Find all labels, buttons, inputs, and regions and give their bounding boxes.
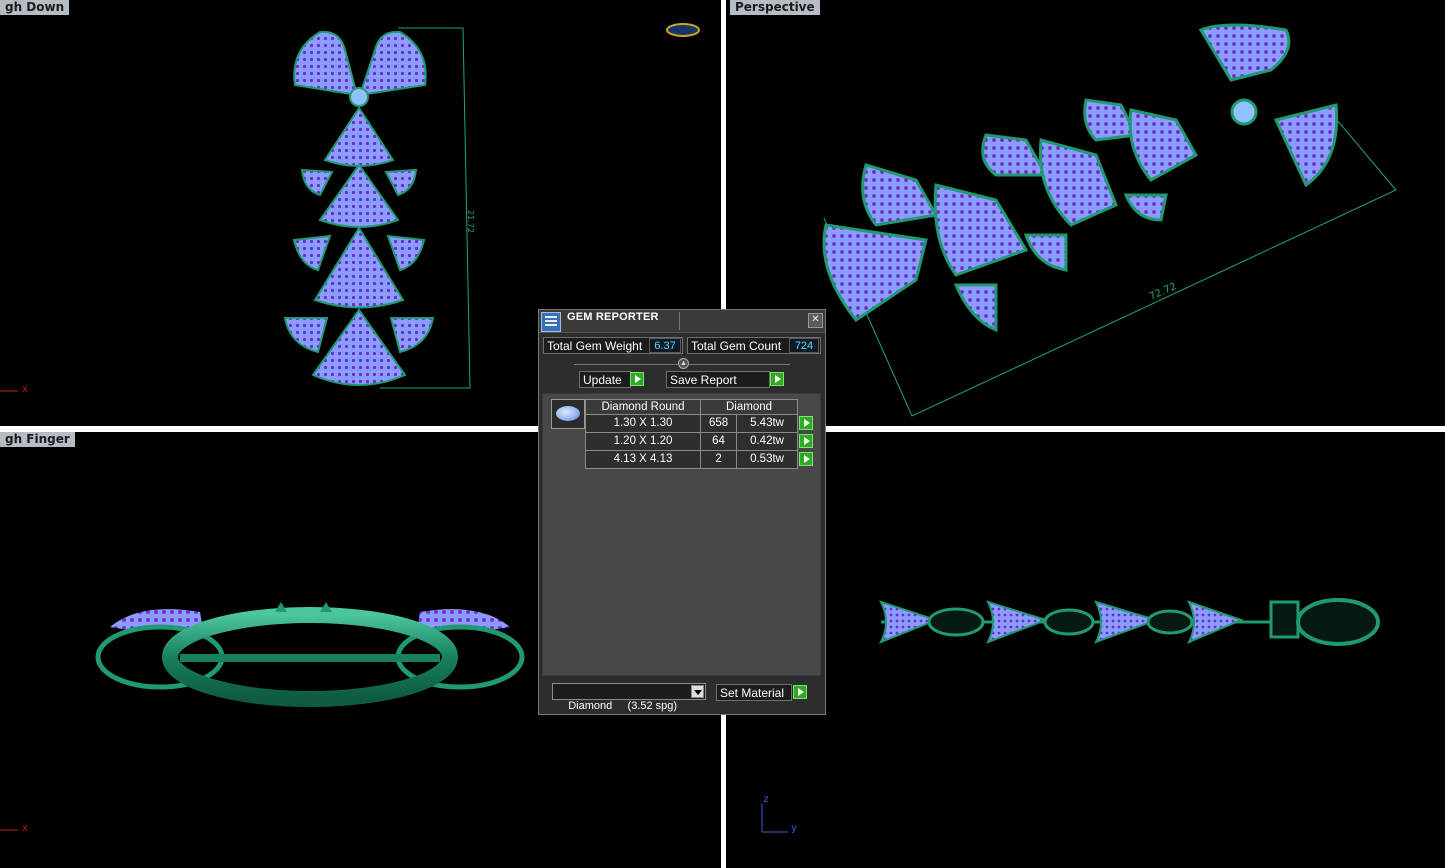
row-go-arrow-icon[interactable] <box>798 451 813 466</box>
gem-weight-cell: 0.53tw <box>736 450 798 469</box>
title-separator <box>679 312 680 330</box>
perspective-view-model: 72.72 <box>822 23 1397 417</box>
gem-count-cell: 64 <box>699 432 738 451</box>
table-row[interactable]: 1.30 X 1.30 658 5.43tw <box>585 414 814 433</box>
gem-weight-cell: 0.42tw <box>736 432 798 451</box>
column-header-material: Diamond <box>700 399 798 415</box>
gem-size-cell: 4.13 X 4.13 <box>585 450 701 469</box>
update-button[interactable]: Update <box>579 371 631 388</box>
material-select-value: Diamond (3.52 spg) <box>568 700 678 712</box>
save-report-button[interactable]: Save Report <box>666 371 770 388</box>
gem-weight-cell: 5.43tw <box>736 414 798 433</box>
svg-text:21.72: 21.72 <box>466 210 475 233</box>
table-row[interactable]: 1.20 X 1.20 64 0.42tw <box>585 432 814 451</box>
gem-reporter-icon <box>541 312 561 332</box>
axis-z-label: z <box>763 794 770 805</box>
gem-count-cell: 658 <box>699 414 738 433</box>
gem-size-cell: 1.20 X 1.20 <box>585 432 701 451</box>
svg-text:72.72: 72.72 <box>1148 281 1179 303</box>
set-material-go-arrow-icon[interactable] <box>793 685 807 699</box>
chevron-down-icon[interactable] <box>691 685 704 698</box>
gem-reporter-dialog[interactable]: GEM REPORTER ✕ Total Gem Weight 6.37 Tot… <box>538 309 826 715</box>
gem-count-cell: 2 <box>699 450 738 469</box>
gem-list-panel: Diamond Round Diamond 1.30 X 1.30 658 5.… <box>542 393 821 676</box>
ring-icon <box>666 23 700 37</box>
set-material-button[interactable]: Set Material <box>716 684 792 701</box>
row-go-arrow-icon[interactable] <box>798 433 813 448</box>
gem-table: Diamond Round Diamond 1.30 X 1.30 658 5.… <box>585 399 814 469</box>
axis-x-label-front: x <box>22 823 29 834</box>
collapse-chevron-icon[interactable]: ▲ <box>678 358 689 369</box>
row-go-arrow-icon[interactable] <box>798 415 813 430</box>
side-view-model <box>761 598 1380 833</box>
gem-size-cell: 1.30 X 1.30 <box>585 414 701 433</box>
round-diamond-icon <box>551 399 585 429</box>
close-button[interactable]: ✕ <box>808 313 823 328</box>
viewport-perspective[interactable]: Perspective 72.72 <box>726 0 1445 426</box>
axis-x-label: x <box>22 384 29 395</box>
viewport-side[interactable]: z y <box>726 432 1445 868</box>
material-select[interactable]: Diamond (3.52 spg) <box>552 683 706 712</box>
save-report-go-arrow-icon[interactable] <box>770 372 784 386</box>
table-row[interactable]: 4.13 X 4.13 2 0.53tw <box>585 450 814 469</box>
axis-y-label: y <box>791 823 798 834</box>
column-header-shape: Diamond Round <box>585 399 701 415</box>
dialog-title-bar[interactable]: GEM REPORTER ✕ <box>539 310 825 333</box>
dialog-title: GEM REPORTER <box>567 311 659 323</box>
total-gem-weight-value: 6.37 <box>649 338 681 353</box>
update-go-arrow-icon[interactable] <box>630 372 644 386</box>
total-gem-count-value: 724 <box>789 338 819 353</box>
